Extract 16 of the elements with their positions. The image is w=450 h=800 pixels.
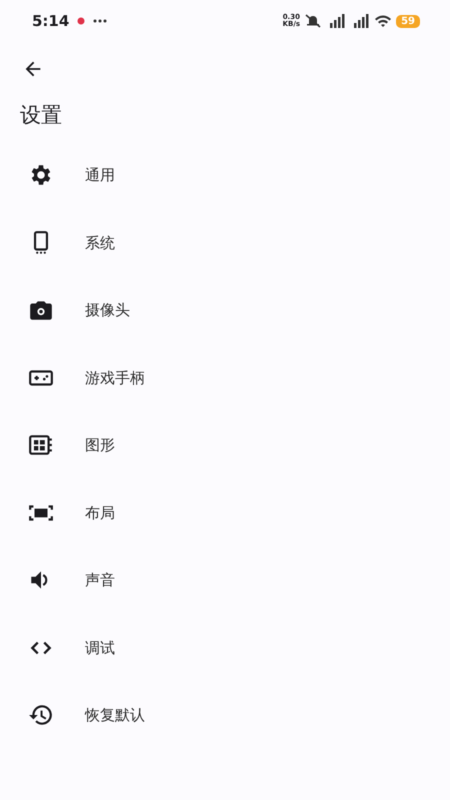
wifi-icon: [374, 14, 392, 28]
settings-item[interactable]: 图形: [0, 412, 450, 479]
settings-item[interactable]: 系统: [0, 209, 450, 276]
settings-item[interactable]: 布局: [0, 479, 450, 546]
more-icon: [93, 19, 108, 23]
settings-item[interactable]: 恢复默认: [0, 682, 450, 749]
muted-bell-icon: [304, 14, 322, 28]
settings-item[interactable]: 摄像头: [0, 276, 450, 344]
battery-level: 59: [396, 14, 420, 28]
settings-item[interactable]: 通用: [0, 142, 450, 209]
settings-item[interactable]: 调试: [0, 614, 450, 682]
notification-dot-icon: [77, 17, 86, 25]
settings-item[interactable]: 声音: [0, 546, 450, 614]
settings-item[interactable]: 游戏手柄: [0, 344, 450, 412]
page-title: 设置: [20, 102, 63, 129]
status-time: 5:14: [32, 10, 70, 32]
